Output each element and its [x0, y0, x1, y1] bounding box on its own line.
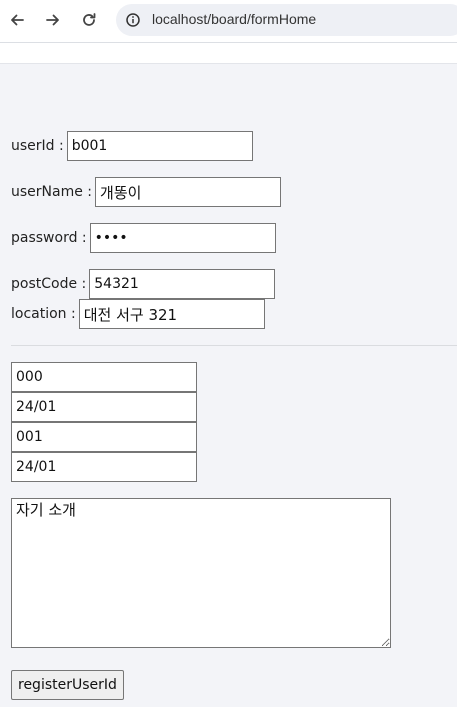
username-row: userName : [11, 177, 282, 207]
address-bar[interactable]: localhost/board/formHome [116, 4, 457, 36]
userid-input[interactable] [66, 131, 253, 161]
url-text: localhost/board/formHome [152, 11, 317, 27]
postcode-input[interactable] [89, 269, 276, 299]
extra-field-1[interactable] [11, 362, 197, 392]
userid-label: userId : [11, 138, 64, 154]
password-row: password : [11, 223, 276, 253]
forward-arrow-icon [46, 14, 59, 26]
postcode-row: postCode : [11, 269, 276, 299]
extra-field-2[interactable] [11, 392, 197, 422]
reload-button[interactable] [76, 7, 102, 33]
forward-button[interactable] [40, 7, 66, 33]
extra-field-4[interactable] [11, 452, 197, 482]
location-input[interactable] [78, 299, 265, 329]
introduction-textarea[interactable]: 자기 소개 [11, 498, 391, 648]
postcode-label: postCode : [11, 276, 87, 292]
site-info-icon[interactable] [126, 13, 140, 27]
extra-field-3[interactable] [11, 422, 197, 452]
userid-row: userId : [11, 131, 253, 161]
back-arrow-icon [11, 14, 24, 26]
register-userid-button[interactable]: registerUserId [11, 670, 124, 700]
back-button[interactable] [4, 7, 30, 33]
reload-icon [83, 13, 96, 26]
password-label: password : [11, 230, 87, 246]
password-input[interactable] [89, 223, 276, 253]
section-divider [11, 345, 457, 346]
location-label: location : [11, 306, 76, 322]
location-row: location : [11, 299, 265, 329]
username-input[interactable] [95, 177, 282, 207]
username-label: userName : [11, 184, 93, 200]
bookmark-strip [0, 43, 457, 64]
browser-toolbar: localhost/board/formHome [0, 0, 457, 43]
